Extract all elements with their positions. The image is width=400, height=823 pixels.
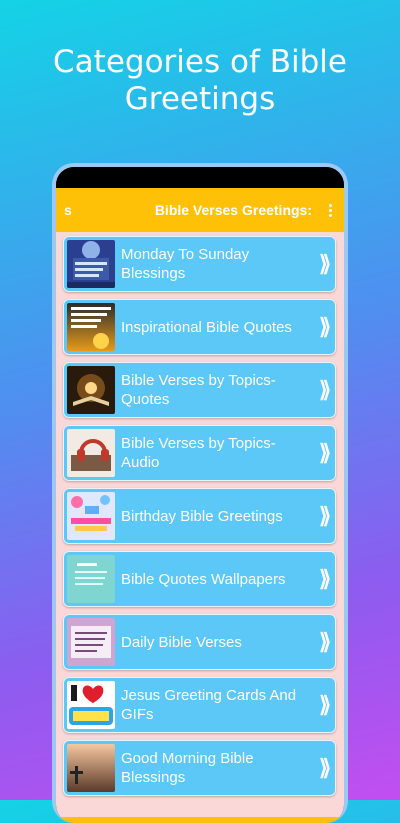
chevron-right-icon: ⟫ xyxy=(319,755,332,780)
wallpaper-thumbnail xyxy=(67,555,115,603)
phone-mockup: s Bible Verses Greetings: Monday To Sund… xyxy=(52,163,348,823)
daily-verse-thumbnail xyxy=(67,618,115,666)
list-item-label: Birthday Bible Greetings xyxy=(121,507,283,525)
overflow-menu-icon[interactable] xyxy=(320,198,340,222)
headphones-bible-thumbnail xyxy=(67,429,115,477)
list-item-topics-audio[interactable]: Bible Verses by Topics-Audio ⟫ xyxy=(63,425,336,481)
chevron-right-icon: ⟫ xyxy=(319,377,332,402)
chevron-right-icon: ⟫ xyxy=(319,503,332,528)
status-bar xyxy=(56,167,344,188)
chevron-right-icon: ⟫ xyxy=(319,440,332,465)
list-item-label: Bible Verses by Topics-Quotes xyxy=(121,372,276,408)
list-item-monday-to-sunday[interactable]: Monday To Sunday Blessings ⟫ xyxy=(63,236,336,292)
bottom-strip xyxy=(56,817,344,823)
chevron-right-icon: ⟫ xyxy=(319,692,332,717)
list-item-topics-quotes[interactable]: Bible Verses by Topics-Quotes ⟫ xyxy=(63,362,336,418)
i-love-jesus-thumbnail xyxy=(67,681,115,729)
chevron-right-icon: ⟫ xyxy=(319,251,332,276)
list-item-label: Jesus Greeting Cards And GIFs xyxy=(121,687,297,723)
category-list: Monday To Sunday Blessings ⟫ Inspiration… xyxy=(56,232,344,823)
list-item-quotes-wallpapers[interactable]: Bible Quotes Wallpapers ⟫ xyxy=(63,551,336,607)
list-item-good-morning[interactable]: Good Morning Bible Blessings ⟫ xyxy=(63,740,336,796)
app-bar: s Bible Verses Greetings: xyxy=(56,188,344,232)
list-item-inspirational-quotes[interactable]: Inspirational Bible Quotes ⟫ xyxy=(63,299,336,355)
list-item-jesus-cards[interactable]: Jesus Greeting Cards And GIFs ⟫ xyxy=(63,677,336,733)
list-item-label: Monday To Sunday Blessings xyxy=(121,246,250,282)
list-item-daily-verses[interactable]: Daily Bible Verses ⟫ xyxy=(63,614,336,670)
app-bar-title: Bible Verses Greetings: xyxy=(154,202,312,218)
phone-screen: s Bible Verses Greetings: Monday To Sund… xyxy=(56,167,344,823)
list-item-birthday-greetings[interactable]: Birthday Bible Greetings ⟫ xyxy=(63,488,336,544)
list-item-label: Good Morning Bible Blessings xyxy=(121,750,254,786)
chevron-right-icon: ⟫ xyxy=(319,566,332,591)
good-morning-thumbnail xyxy=(67,744,115,792)
list-item-label: Bible Quotes Wallpapers xyxy=(121,570,286,588)
list-item-label: Bible Verses by Topics-Audio xyxy=(121,435,276,471)
app-bar-fragment: s xyxy=(64,202,72,218)
chevron-right-icon: ⟫ xyxy=(319,629,332,654)
inspirational-quote-thumbnail xyxy=(67,303,115,351)
open-bible-thumbnail xyxy=(67,366,115,414)
page-headline: Categories of Bible Greetings xyxy=(53,44,347,117)
list-item-label: Inspirational Bible Quotes xyxy=(121,318,292,336)
sunday-blessing-thumbnail xyxy=(67,240,115,288)
chevron-right-icon: ⟫ xyxy=(319,314,332,339)
list-item-label: Daily Bible Verses xyxy=(121,633,242,651)
birthday-card-thumbnail xyxy=(67,492,115,540)
